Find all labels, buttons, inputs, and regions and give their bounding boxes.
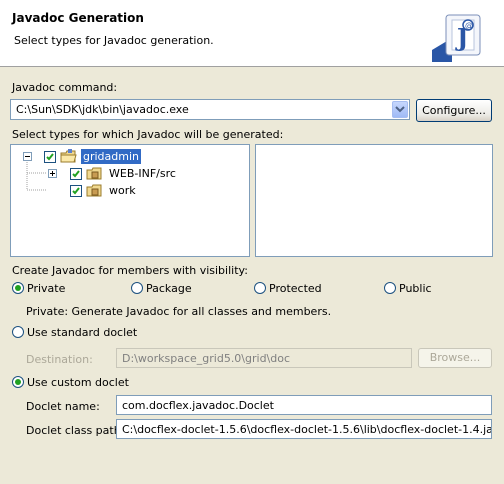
- radio-dot[interactable]: [131, 282, 143, 294]
- radio-label: Protected: [269, 282, 322, 295]
- chevron-down-icon[interactable]: [392, 101, 408, 118]
- work-checkbox[interactable]: [70, 185, 82, 197]
- web-inf-src-checkbox[interactable]: [70, 168, 82, 180]
- radio-label: Public: [399, 282, 432, 295]
- javadoc-command-value: C:\Sun\SDK\jdk\bin\javadoc.exe: [16, 103, 189, 116]
- tree-item-gridadmin[interactable]: gridadmin: [11, 149, 249, 165]
- javadoc-command-combo[interactable]: C:\Sun\SDK\jdk\bin\javadoc.exe: [10, 99, 410, 120]
- radio-label: Use custom doclet: [27, 376, 129, 389]
- page-title: Javadoc Generation: [12, 11, 144, 25]
- tree-item-work[interactable]: work: [11, 183, 249, 199]
- package-folder-icon: [86, 183, 104, 202]
- tree-item-web-inf-src[interactable]: WEB-INF/src: [11, 166, 249, 182]
- configure-button[interactable]: Configure...: [416, 99, 492, 122]
- destination-label: Destination:: [26, 353, 93, 366]
- dialog-header: Javadoc Generation Select types for Java…: [0, 0, 504, 67]
- types-detail-list[interactable]: [255, 144, 493, 257]
- tree-item-label: work: [109, 184, 136, 197]
- use-standard-doclet-radio[interactable]: Use standard doclet: [12, 326, 162, 340]
- page-subtitle: Select types for Javadoc generation.: [14, 34, 214, 47]
- radio-label: Private: [27, 282, 66, 295]
- visibility-package-radio[interactable]: Package: [131, 282, 211, 296]
- destination-field[interactable]: D:\workspace_grid5.0\grid\doc: [116, 348, 412, 368]
- tree-item-label: WEB-INF/src: [109, 167, 176, 180]
- doclet-name-field[interactable]: com.docflex.javadoc.Doclet: [116, 395, 492, 415]
- types-tree[interactable]: gridadmin WEB-INF/src work: [10, 144, 250, 257]
- visibility-protected-radio[interactable]: Protected: [254, 282, 344, 296]
- doclet-class-path-field[interactable]: C:\docflex-doclet-1.5.6\docflex-doclet-1…: [116, 419, 492, 439]
- radio-label: Package: [146, 282, 192, 295]
- radio-dot[interactable]: [12, 326, 24, 338]
- javadoc-logo-icon: J @: [426, 12, 488, 62]
- browse-button[interactable]: Browse...: [418, 348, 492, 368]
- radio-dot[interactable]: [254, 282, 266, 294]
- javadoc-command-label: Javadoc command:: [12, 81, 118, 94]
- svg-text:@: @: [465, 21, 473, 30]
- tree-item-label: gridadmin: [81, 149, 142, 164]
- radio-dot[interactable]: [384, 282, 396, 294]
- destination-value: D:\workspace_grid5.0\grid\doc: [122, 352, 291, 365]
- visibility-description: Private: Generate Javadoc for all classe…: [26, 305, 332, 318]
- doclet-class-path-label: Doclet class path:: [26, 424, 125, 437]
- doclet-class-path-value: C:\docflex-doclet-1.5.6\docflex-doclet-1…: [122, 423, 492, 436]
- radio-label: Use standard doclet: [27, 326, 138, 339]
- radio-dot[interactable]: [12, 376, 24, 388]
- visibility-public-radio[interactable]: Public: [384, 282, 464, 296]
- visibility-private-radio[interactable]: Private: [12, 282, 92, 296]
- expand-icon[interactable]: [48, 169, 57, 178]
- use-custom-doclet-radio[interactable]: Use custom doclet: [12, 376, 162, 390]
- visibility-label: Create Javadoc for members with visibili…: [12, 264, 248, 277]
- collapse-icon[interactable]: [23, 152, 32, 161]
- radio-dot[interactable]: [12, 282, 24, 294]
- doclet-name-value: com.docflex.javadoc.Doclet: [122, 399, 274, 412]
- select-types-label: Select types for which Javadoc will be g…: [12, 128, 284, 141]
- doclet-name-label: Doclet name:: [26, 400, 100, 413]
- gridadmin-checkbox[interactable]: [44, 151, 56, 163]
